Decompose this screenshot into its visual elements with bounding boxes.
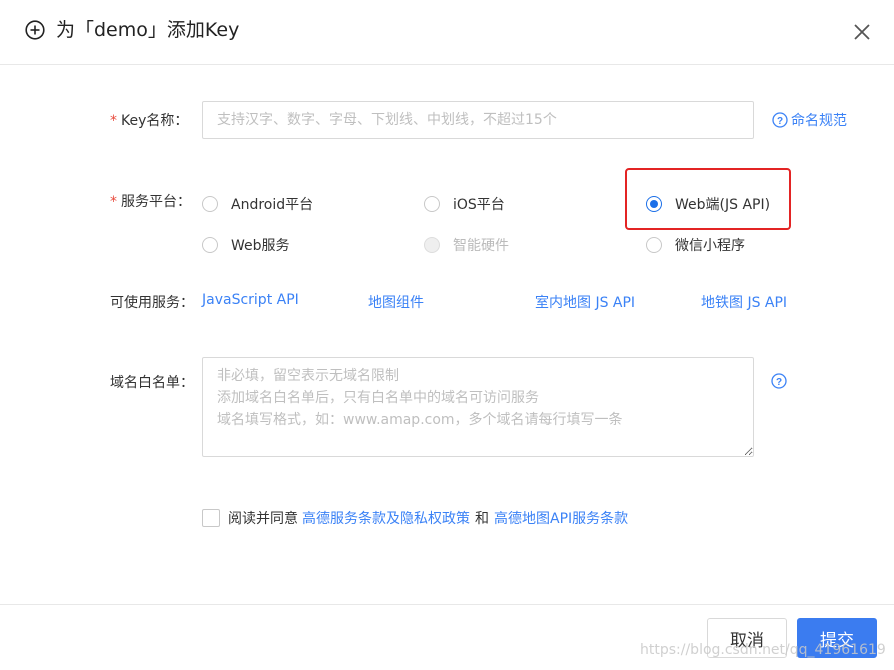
dialog-footer-divider	[0, 604, 894, 605]
radio-ios-label: iOS平台	[453, 197, 505, 213]
dialog-title: 为「demo」添加Key	[56, 19, 240, 41]
radio-web-service[interactable]: Web服务	[202, 235, 290, 255]
radio-web-service-label: Web服务	[231, 238, 290, 254]
naming-rules-text: 命名规范	[791, 113, 847, 129]
terms-privacy-link[interactable]: 高德服务条款及隐私权政策	[302, 508, 470, 528]
whitelist-textarea[interactable]	[202, 357, 754, 457]
agreement-prefix: 阅读并同意	[228, 511, 298, 527]
service-link-indoor-map[interactable]: 室内地图 JS API	[535, 292, 635, 312]
highlight-annotation	[625, 168, 791, 230]
watermark: https://blog.csdn.net/qq_41961619	[640, 642, 886, 658]
service-link-javascript-api[interactable]: JavaScript API	[202, 292, 299, 308]
radio-circle[interactable]	[424, 196, 440, 212]
radio-wechat-miniprogram-label: 微信小程序	[675, 238, 745, 254]
help-icon: ?	[772, 112, 788, 128]
radio-circle[interactable]	[646, 237, 662, 253]
radio-circle[interactable]	[202, 237, 218, 253]
dialog-header: 为「demo」添加Key	[0, 0, 894, 65]
key-name-label-text: Key名称：	[121, 113, 189, 129]
api-terms-link[interactable]: 高德地图API服务条款	[494, 508, 628, 528]
radio-ios[interactable]: iOS平台	[424, 194, 505, 214]
agreement-conjunction: 和	[475, 511, 489, 527]
service-link-map-components[interactable]: 地图组件	[368, 292, 424, 312]
svg-text:?: ?	[777, 116, 783, 127]
close-icon[interactable]	[850, 20, 874, 44]
required-mark: *	[110, 194, 117, 210]
radio-circle[interactable]	[202, 196, 218, 212]
radio-smart-hardware-label: 智能硬件	[453, 238, 509, 254]
key-name-input[interactable]	[202, 101, 754, 139]
radio-smart-hardware: 智能硬件	[424, 235, 509, 255]
radio-circle-disabled	[424, 237, 440, 253]
naming-rules-link[interactable]: ? 命名规范	[772, 110, 847, 130]
svg-text:?: ?	[776, 377, 782, 388]
agreement-row: 阅读并同意 高德服务条款及隐私权政策 和 高德地图API服务条款	[202, 508, 628, 528]
platform-label-text: 服务平台：	[121, 194, 191, 210]
radio-wechat-miniprogram[interactable]: 微信小程序	[646, 235, 745, 255]
key-name-label: * Key名称：	[110, 110, 188, 130]
whitelist-label: 域名白名单：	[110, 375, 194, 391]
radio-android[interactable]: Android平台	[202, 194, 313, 214]
service-link-subway-map[interactable]: 地铁图 JS API	[701, 292, 787, 312]
agreement-checkbox[interactable]	[202, 509, 220, 527]
platform-label: * 服务平台：	[110, 191, 191, 211]
add-circle-icon	[25, 20, 45, 40]
required-mark: *	[110, 113, 117, 129]
radio-android-label: Android平台	[231, 197, 314, 213]
whitelist-help-icon[interactable]: ?	[771, 373, 787, 389]
services-label: 可使用服务：	[110, 295, 194, 311]
